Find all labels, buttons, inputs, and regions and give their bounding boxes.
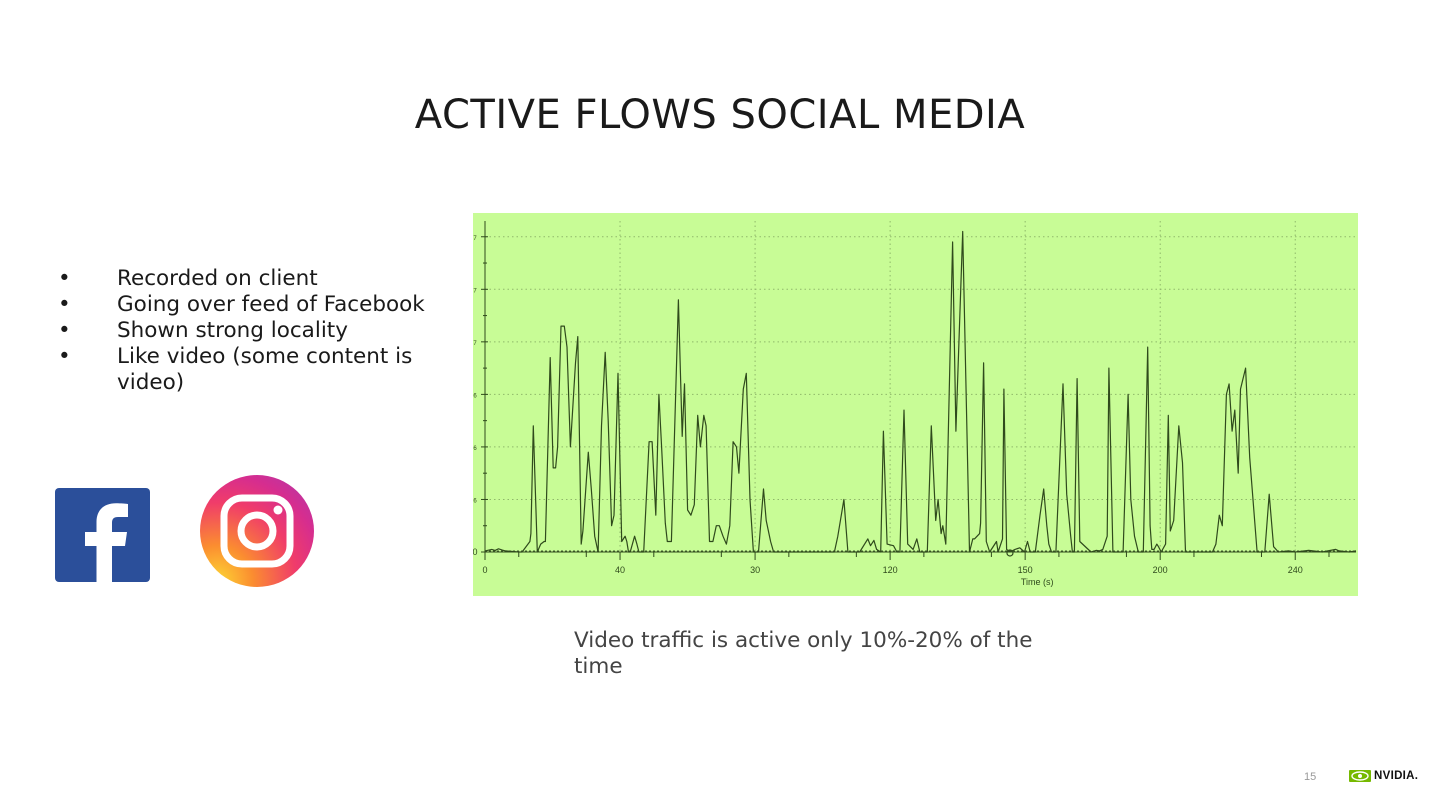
- chart-svg: 06667770 40 30 120 150 200 240Time (s): [472, 213, 1358, 596]
- page-number: 15: [1304, 771, 1317, 783]
- bullet-item: Going over feed of Facebook: [58, 292, 438, 318]
- bullet-list: Recorded on client Going over feed of Fa…: [58, 266, 438, 396]
- chart-background: [473, 213, 1358, 596]
- nvidia-eye-icon: [1349, 770, 1371, 782]
- bullet-item: Recorded on client: [58, 266, 438, 292]
- x-tick-label: 150: [1018, 565, 1033, 575]
- chart-caption: Video traffic is active only 10%-20% of …: [574, 628, 1033, 679]
- x-axis-label: Time (s): [1021, 577, 1054, 587]
- x-tick-label: 0: [482, 565, 487, 575]
- slide-title: ACTIVE FLOWS SOCIAL MEDIA: [414, 92, 1026, 138]
- active-flows-chart: 0 6 6 6 7 7 7 0 40 30 120 150 200 240 Time (s): [472, 213, 1358, 596]
- facebook-logo-icon: [55, 488, 150, 582]
- x-tick-label: 40: [615, 565, 625, 575]
- instagram-logo-icon: [200, 475, 314, 587]
- y-tick-label: 0: [473, 547, 478, 557]
- x-tick-label: 240: [1288, 565, 1303, 575]
- bullet-item: Like video (some content is video): [58, 344, 438, 396]
- nvidia-logo: NVIDIA.: [1349, 770, 1418, 782]
- bullet-item: Shown strong locality: [58, 318, 438, 344]
- x-tick-label: 200: [1153, 565, 1168, 575]
- x-tick-label: 120: [883, 565, 898, 575]
- nvidia-wordmark: NVIDIA.: [1374, 770, 1419, 782]
- x-tick-label: 30: [750, 565, 760, 575]
